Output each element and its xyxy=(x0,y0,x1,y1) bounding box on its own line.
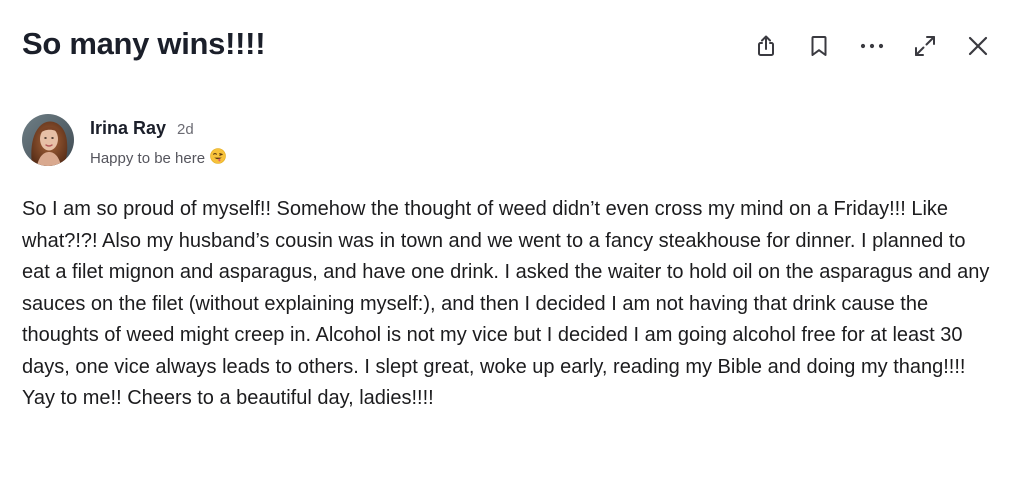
post-header: So many wins!!!! xyxy=(22,22,994,70)
more-icon xyxy=(860,43,884,49)
close-icon xyxy=(968,36,988,56)
expand-icon xyxy=(915,36,935,56)
author-info: Irina Ray 2d Happy to be here xyxy=(90,114,226,168)
bookmark-button[interactable] xyxy=(803,30,835,62)
post-title: So many wins!!!! xyxy=(22,26,266,61)
more-options-button[interactable] xyxy=(856,30,888,62)
author-line: Irina Ray 2d xyxy=(90,118,226,139)
post-body: So I am so proud of myself!! Somehow the… xyxy=(22,198,990,409)
post-toolbar xyxy=(729,30,994,62)
post-timestamp: 2d xyxy=(177,121,194,138)
share-icon xyxy=(758,35,774,56)
close-button[interactable] xyxy=(962,30,994,62)
share-button[interactable] xyxy=(750,30,782,62)
author-name[interactable]: Irina Ray xyxy=(90,118,166,139)
expand-button[interactable] xyxy=(909,30,941,62)
avatar-image xyxy=(22,114,74,166)
author-status-text: Happy to be here xyxy=(90,149,206,167)
bookmark-icon xyxy=(811,36,827,56)
winking-face-with-tongue-icon xyxy=(210,148,226,168)
post-author: Irina Ray 2d Happy to be here xyxy=(22,114,226,168)
author-status: Happy to be here xyxy=(90,148,226,168)
avatar[interactable] xyxy=(22,114,74,166)
